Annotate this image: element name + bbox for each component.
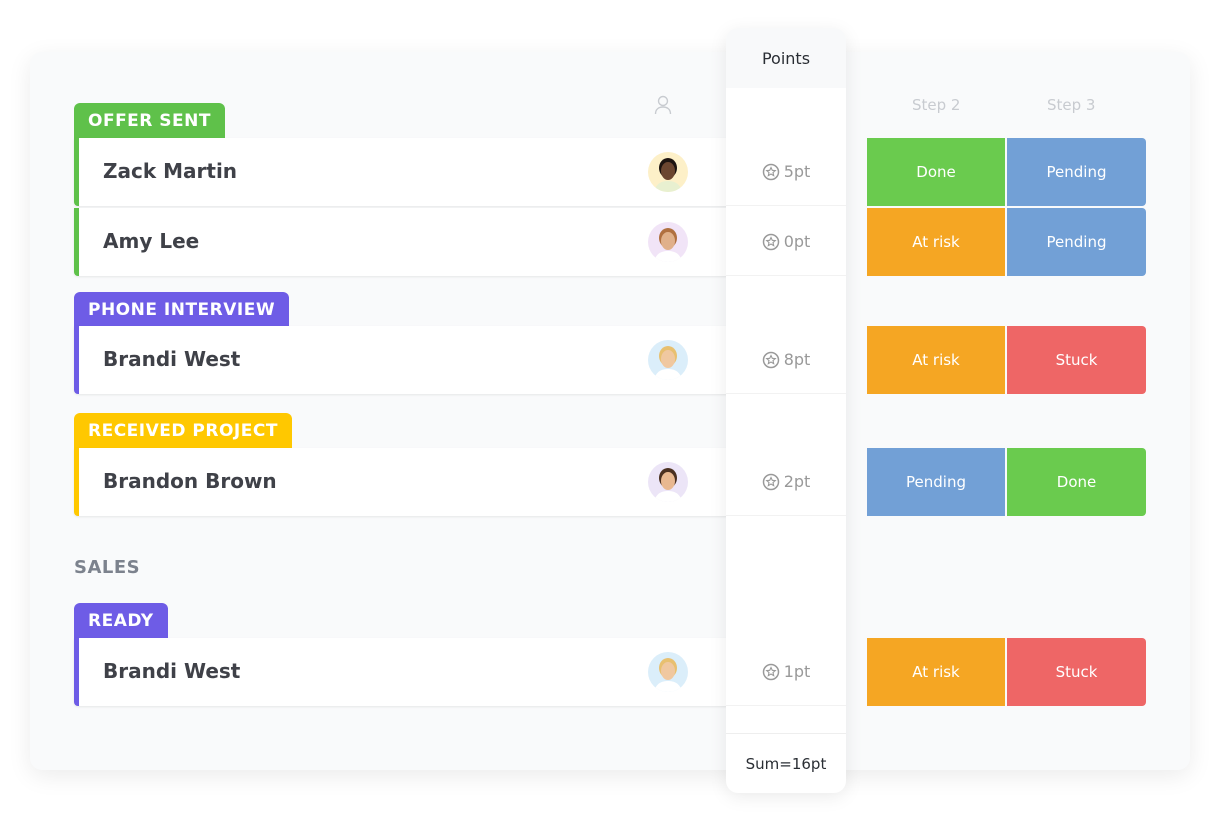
group-tag-ready[interactable]: READY: [74, 603, 168, 639]
points-value: 5pt: [783, 162, 811, 181]
step2-status[interactable]: At risk: [867, 638, 1005, 706]
candidate-name: Brandon Brown: [103, 469, 277, 493]
group-tag-phone-interview[interactable]: PHONE INTERVIEW: [74, 292, 290, 328]
avatar[interactable]: [648, 152, 688, 192]
step2-status[interactable]: At risk: [867, 208, 1005, 276]
candidate-name: Zack Martin: [103, 159, 238, 183]
points-cell[interactable]: 8pt: [726, 326, 846, 394]
step2-status[interactable]: Pending: [867, 448, 1005, 516]
star-circle-icon: [762, 663, 779, 680]
points-sum: Sum=16pt: [726, 733, 846, 793]
step3-status[interactable]: Pending: [1007, 138, 1146, 206]
avatar[interactable]: [648, 462, 688, 502]
points-column: Points 5pt 0pt 8pt 2pt 1pt Sum=16pt: [726, 28, 846, 793]
points-value: 2pt: [783, 472, 811, 491]
points-cell[interactable]: 0pt: [726, 208, 846, 276]
star-circle-icon: [762, 233, 779, 250]
step3-status[interactable]: Pending: [1007, 208, 1146, 276]
avatar[interactable]: [648, 340, 688, 380]
points-header[interactable]: Points: [726, 28, 846, 88]
person-icon: [654, 95, 672, 115]
step2-status[interactable]: Done: [867, 138, 1005, 206]
table-row[interactable]: Brandi West: [74, 638, 734, 706]
table-row[interactable]: Brandon Brown: [74, 448, 734, 516]
star-circle-icon: [762, 473, 779, 490]
table-row[interactable]: Zack Martin: [74, 138, 734, 206]
section-title-sales: SALES: [74, 557, 141, 578]
avatar[interactable]: [648, 222, 688, 262]
points-cell[interactable]: 2pt: [726, 448, 846, 516]
table-row[interactable]: Brandi West: [74, 326, 734, 394]
step3-status[interactable]: Stuck: [1007, 638, 1146, 706]
column-header-step2[interactable]: Step 2: [912, 96, 960, 114]
group-tag-offer-sent[interactable]: OFFER SENT: [74, 103, 225, 139]
step3-status[interactable]: Done: [1007, 448, 1146, 516]
table-row[interactable]: Amy Lee: [74, 208, 734, 276]
group-tag-received-project[interactable]: RECEIVED PROJECT: [74, 413, 292, 449]
step3-status[interactable]: Stuck: [1007, 326, 1146, 394]
candidate-name: Amy Lee: [103, 229, 200, 253]
step2-status[interactable]: At risk: [867, 326, 1005, 394]
star-circle-icon: [762, 163, 779, 180]
star-circle-icon: [762, 351, 779, 368]
points-value: 0pt: [783, 232, 811, 251]
points-value: 8pt: [783, 350, 811, 369]
points-value: 1pt: [783, 662, 811, 681]
candidate-name: Brandi West: [103, 347, 241, 371]
points-cell[interactable]: 1pt: [726, 638, 846, 706]
points-cell[interactable]: 5pt: [726, 138, 846, 206]
avatar[interactable]: [648, 652, 688, 692]
column-header-step3[interactable]: Step 3: [1047, 96, 1095, 114]
candidate-name: Brandi West: [103, 659, 241, 683]
